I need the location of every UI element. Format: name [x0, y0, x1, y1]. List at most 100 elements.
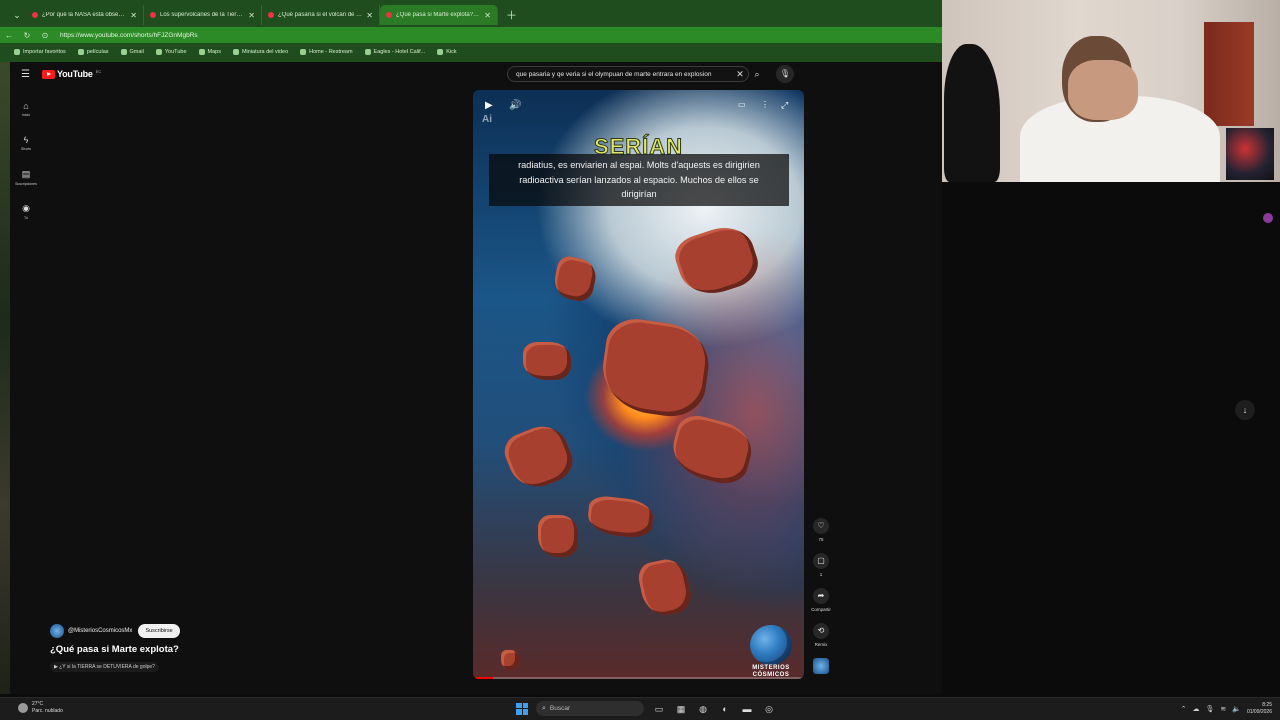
- extension-icon[interactable]: [1263, 213, 1273, 223]
- shorts-actions: ♡ 75 ▢ 1 ➦ Compartir ⟲ Remix: [810, 518, 832, 674]
- tab-title: Los supervolcanes de la Tierra se s: [160, 12, 244, 18]
- search-icon[interactable]: ⌕: [749, 66, 765, 82]
- nav-item-you[interactable]: ◉ Tú: [10, 194, 42, 228]
- weather-text: 27°C Parc. nublado: [32, 701, 63, 715]
- bookmark-item[interactable]: Miniatura del video: [232, 49, 288, 55]
- bookmark-item[interactable]: Importar favoritos: [14, 49, 66, 55]
- search-box[interactable]: que pasaria y qe veria si el olympuan de…: [507, 66, 749, 82]
- windows-start-icon[interactable]: [516, 702, 528, 715]
- tab-search-icon[interactable]: ⌄: [8, 6, 26, 24]
- video-meta: @MisteriosCosmicosMx Suscribirse ¿Qué pa…: [50, 624, 350, 673]
- youtube-logo[interactable]: YouTube EC: [41, 69, 101, 79]
- browser-tab-active[interactable]: ¿Qué pasa si Marte explota? - You ✕: [380, 5, 498, 25]
- webcam-poster: [1226, 128, 1274, 180]
- url-field[interactable]: https://www.youtube.com/shorts/hFJZGnMgb…: [60, 32, 198, 39]
- clock-date: 01/09/2026: [1246, 709, 1272, 715]
- speaker-icon[interactable]: 🔈: [1232, 705, 1241, 713]
- file-explorer-icon[interactable]: ▬: [740, 702, 754, 716]
- wifi-icon[interactable]: ≋: [1220, 705, 1226, 713]
- nav-item-subscriptions[interactable]: ▤ Suscripciones: [10, 160, 42, 194]
- play-icon[interactable]: ▶: [485, 100, 493, 111]
- subscribe-button[interactable]: Suscribirse: [138, 624, 180, 638]
- bookmark-item[interactable]: Maps: [198, 49, 221, 55]
- edge-icon[interactable]: ◐: [718, 702, 732, 716]
- youtube-favicon-icon: [268, 12, 274, 18]
- tab-close-icon[interactable]: ✕: [248, 11, 255, 20]
- like-icon[interactable]: ♡: [813, 518, 829, 534]
- youtube-icon: [155, 49, 162, 55]
- side-nav: ⌂ Inicio ϟ Shorts ▤ Suscripciones ◉ Tú: [10, 92, 42, 228]
- shorts-icon: ϟ: [23, 135, 29, 145]
- desktop-wallpaper-edge: [0, 62, 10, 694]
- progress-bar[interactable]: [473, 677, 804, 679]
- chevron-up-icon[interactable]: ⌃: [1181, 705, 1187, 713]
- caption-line: radiatius, es enviarien al espai. Molts …: [518, 160, 760, 170]
- store-icon[interactable]: ▦: [674, 702, 688, 716]
- youtube-page: ☰ YouTube EC que pasaria y qe veria si e…: [10, 62, 942, 694]
- channel-avatar[interactable]: [50, 624, 64, 638]
- clear-search-icon[interactable]: ✕: [732, 69, 748, 80]
- asteroid-rock: [635, 555, 695, 620]
- youtube-favicon-icon: [386, 12, 392, 18]
- video-title[interactable]: ¿Qué pasa si Marte explota?: [50, 644, 350, 655]
- task-view-icon[interactable]: ▭: [652, 702, 666, 716]
- bookmark-item[interactable]: Home - Restream: [300, 49, 353, 55]
- obs-icon[interactable]: ◎: [762, 702, 776, 716]
- next-short-button[interactable]: ↓: [1235, 400, 1255, 420]
- bookmark-item[interactable]: Gmail: [120, 49, 144, 55]
- watermark-line: MISTERIOS: [752, 665, 790, 671]
- globe-icon: [77, 49, 84, 55]
- reload-icon[interactable]: ↻: [18, 31, 36, 40]
- sound-avatar[interactable]: [813, 658, 829, 674]
- share-action[interactable]: ➦ Compartir: [810, 588, 832, 623]
- more-options-icon[interactable]: ⋮: [761, 100, 769, 109]
- new-tab-icon[interactable]: ＋: [506, 7, 517, 23]
- like-count: 75: [818, 537, 824, 542]
- bookmark-icon: [14, 49, 20, 55]
- fullscreen-icon[interactable]: ⤢: [781, 100, 788, 111]
- channel-name[interactable]: @MisteriosCosmicosMx: [68, 628, 132, 634]
- taskbar-apps: ⌕ Buscar ▭ ▦ ◍ ◐ ▬ ◎: [516, 701, 776, 716]
- logo-text: YouTube: [56, 69, 93, 79]
- weather-widget[interactable]: 27°C Parc. nublado: [18, 701, 63, 715]
- related-video-link[interactable]: ▶ ¿Y si la TIERRA se DETUVIERA de golpe?: [50, 662, 159, 672]
- tab-title: ¿Qué pasaría si el volcán de Yello: [278, 12, 363, 18]
- youtube-header: ☰ YouTube EC que pasaria y qe veria si e…: [10, 62, 942, 86]
- webcam-overlay: [942, 0, 1280, 182]
- nav-item-home[interactable]: ⌂ Inicio: [10, 92, 42, 126]
- shorts-player[interactable]: ▶ 🔊 ▭ ⋮ ⤢ Ai SERÍAN radiatius, es enviar…: [473, 90, 804, 679]
- taskbar-search[interactable]: ⌕ Buscar: [536, 701, 644, 716]
- like-action[interactable]: ♡ 75: [810, 518, 832, 553]
- browser-tab[interactable]: ¿Por qué la NASA está obsesionada ✕: [26, 5, 144, 25]
- menu-icon[interactable]: ☰: [21, 69, 30, 80]
- volume-icon[interactable]: 🔊: [509, 100, 521, 111]
- clock[interactable]: 8:25 01/09/2026: [1247, 702, 1272, 716]
- share-icon[interactable]: ➦: [813, 588, 829, 604]
- nav-item-shorts[interactable]: ϟ Shorts: [10, 126, 42, 160]
- back-icon[interactable]: ←: [0, 31, 18, 40]
- search-input[interactable]: que pasaria y qe veria si el olympuan de…: [516, 71, 732, 78]
- tab-close-icon[interactable]: ✕: [484, 11, 491, 20]
- tab-close-icon[interactable]: ✕: [130, 11, 137, 20]
- microphone-icon[interactable]: 🎙: [1205, 705, 1214, 713]
- bookmark-item[interactable]: películas: [77, 49, 109, 55]
- tab-close-icon[interactable]: ✕: [366, 11, 373, 20]
- webcam-door: [1204, 22, 1254, 126]
- captions-icon[interactable]: ▭: [738, 100, 746, 109]
- browser-tab[interactable]: ¿Qué pasaría si el volcán de Yello ✕: [262, 5, 380, 25]
- site-info-icon[interactable]: ⊙: [36, 31, 54, 40]
- chrome-icon[interactable]: ◍: [696, 702, 710, 716]
- comment-action[interactable]: ▢ 1: [810, 553, 832, 588]
- cloud-icon[interactable]: ☁: [1192, 705, 1199, 713]
- youtube-favicon-icon: [150, 12, 156, 18]
- remix-action[interactable]: ⟲ Remix: [810, 623, 832, 658]
- bookmark-item[interactable]: Eagles - Hotel Calif...: [364, 49, 425, 55]
- comment-icon[interactable]: ▢: [813, 553, 829, 569]
- bookmark-item[interactable]: Kick: [437, 49, 457, 55]
- bookmark-item[interactable]: YouTube: [155, 49, 187, 55]
- maps-icon: [198, 49, 205, 55]
- browser-tab[interactable]: Los supervolcanes de la Tierra se s ✕: [144, 5, 262, 25]
- remix-icon[interactable]: ⟲: [813, 623, 829, 639]
- bookmark-label: películas: [86, 49, 109, 55]
- microphone-icon[interactable]: 🎙: [776, 65, 794, 83]
